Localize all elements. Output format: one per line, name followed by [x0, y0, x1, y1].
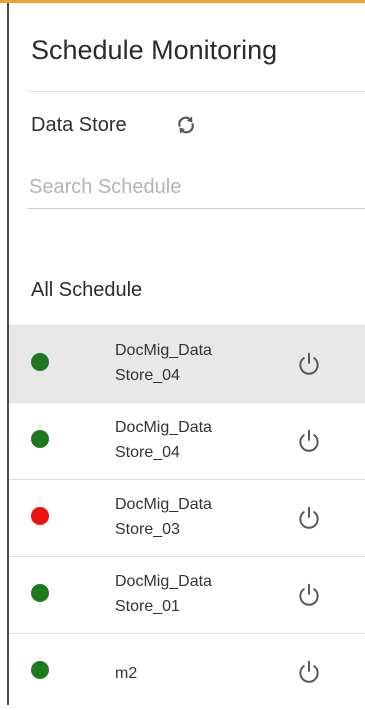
- schedule-row[interactable]: DocMig_Data Store_04: [9, 325, 365, 402]
- schedule-name: m2: [115, 665, 138, 682]
- status-indicator: [31, 507, 49, 525]
- status-indicator: [31, 661, 49, 679]
- schedule-monitoring-panel: Schedule Monitoring Data Store All Sched…: [9, 3, 365, 705]
- schedule-row[interactable]: DocMig_Data Store_01: [9, 556, 365, 633]
- status-indicator: [31, 584, 49, 602]
- schedule-row[interactable]: DocMig_Data Store_03: [9, 479, 365, 556]
- schedule-name: DocMig_Data Store_01: [115, 573, 212, 615]
- power-icon[interactable]: [296, 351, 322, 377]
- schedule-name: DocMig_Data Store_04: [115, 419, 212, 461]
- section-title-all-schedule: All Schedule: [31, 279, 143, 301]
- search-input[interactable]: [27, 173, 365, 209]
- schedule-row[interactable]: m2: [9, 633, 365, 710]
- schedule-name: DocMig_Data Store_04: [115, 342, 212, 384]
- page-title: Schedule Monitoring: [31, 35, 278, 65]
- data-store-label: Data Store: [31, 114, 127, 136]
- power-icon[interactable]: [296, 505, 322, 531]
- refresh-icon[interactable]: [173, 112, 199, 138]
- schedule-row[interactable]: DocMig_Data Store_04: [9, 402, 365, 479]
- status-indicator: [31, 353, 49, 371]
- status-indicator: [31, 430, 49, 448]
- power-icon[interactable]: [296, 582, 322, 608]
- schedule-name: DocMig_Data Store_03: [115, 496, 212, 538]
- power-icon[interactable]: [296, 428, 322, 454]
- title-divider: [27, 91, 365, 92]
- power-icon[interactable]: [296, 659, 322, 685]
- schedule-list: DocMig_Data Store_04 DocMig_Data Store_04…: [9, 325, 365, 710]
